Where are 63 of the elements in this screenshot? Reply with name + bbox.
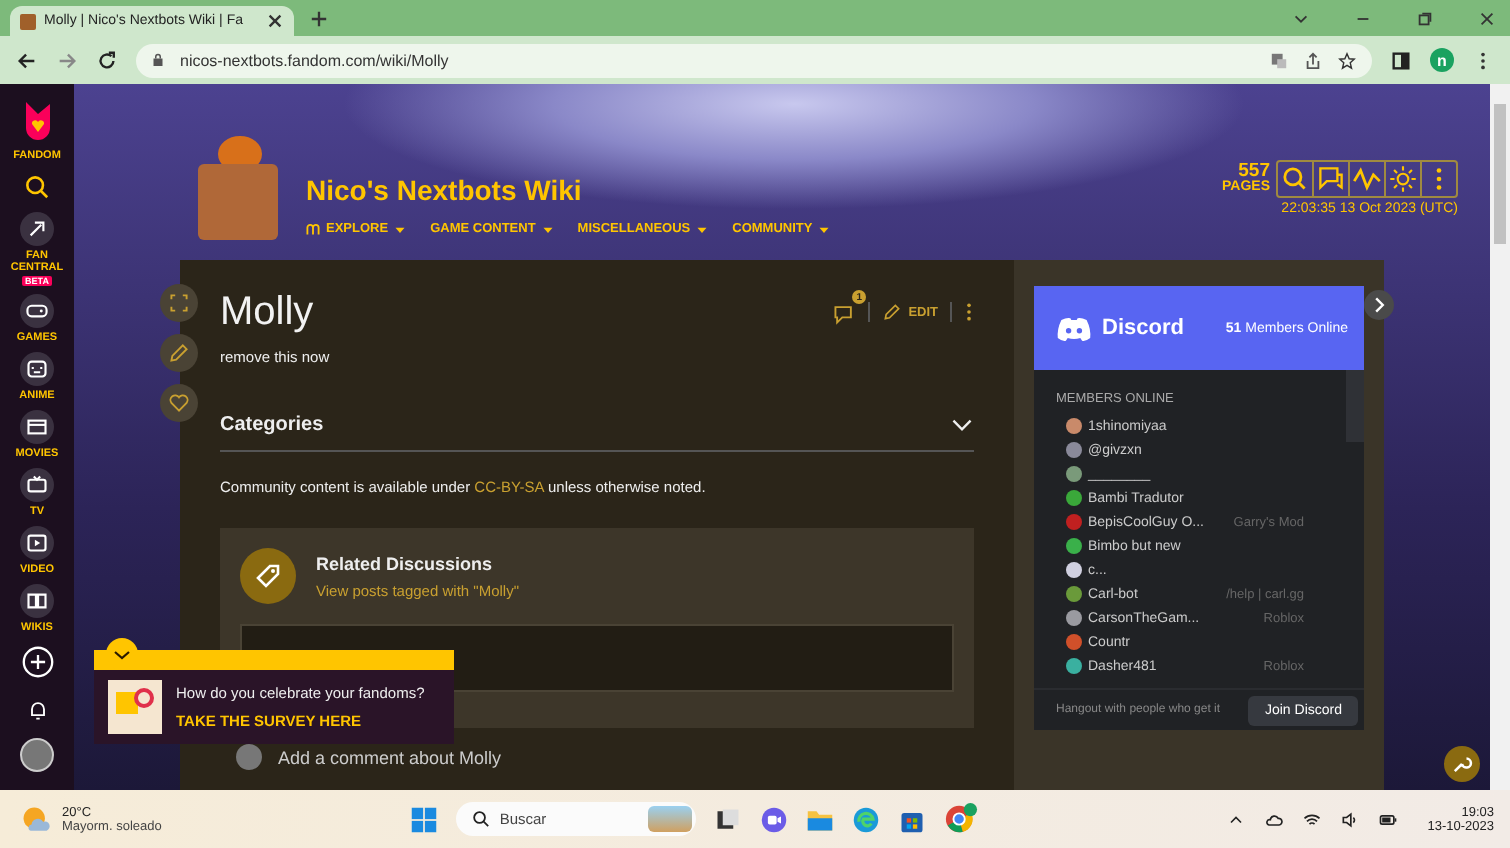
user-avatar (236, 744, 262, 770)
search-icon (471, 810, 490, 828)
caret-icon (696, 223, 709, 235)
forward-icon[interactable] (56, 49, 78, 71)
video-chat-icon[interactable] (759, 805, 788, 833)
translate-icon[interactable] (1270, 51, 1288, 69)
expand-icon[interactable] (160, 284, 198, 322)
speaker-icon[interactable] (1339, 809, 1360, 829)
close-window-icon[interactable] (1478, 9, 1496, 27)
caret-icon (541, 223, 554, 235)
address-field[interactable]: nicos-nextbots.fandom.com/wiki/Molly (136, 43, 1372, 77)
back-icon[interactable] (16, 49, 38, 71)
activity-icon[interactable] (1350, 162, 1386, 196)
tv-icon[interactable] (20, 468, 54, 502)
comment-field[interactable]: Add a comment about Molly (278, 747, 502, 767)
wiki-title[interactable]: Nico's Nextbots Wiki (306, 174, 831, 206)
reload-icon[interactable] (96, 49, 118, 71)
favicon-icon (20, 13, 36, 29)
app-icon[interactable] (713, 805, 742, 833)
plus-icon[interactable] (21, 646, 53, 678)
chevron-down-icon[interactable] (950, 416, 974, 434)
user-avatar[interactable] (20, 738, 54, 772)
lock-icon (152, 52, 164, 68)
pencil-icon[interactable] (160, 334, 198, 372)
pencil-icon (882, 302, 903, 322)
cloud-icon[interactable] (1263, 809, 1284, 829)
scrollbar[interactable] (1490, 84, 1510, 790)
gamepad-icon[interactable] (20, 294, 54, 328)
play-icon[interactable] (20, 526, 54, 560)
search-icon[interactable] (24, 174, 50, 200)
windows-start-icon[interactable] (409, 805, 438, 833)
discord-logo-icon (1056, 315, 1092, 341)
article-title: Molly (220, 289, 314, 335)
discord-brand: Discord (1102, 316, 1184, 340)
categories-heading[interactable]: Categories (220, 414, 950, 436)
survey-illustration-drawing (108, 680, 162, 734)
side-panel-icon[interactable] (1390, 49, 1412, 71)
caret-icon (394, 223, 407, 235)
discussion-icon[interactable] (1314, 162, 1350, 196)
new-tab-icon[interactable] (310, 9, 328, 27)
related-title: Related Discussions (316, 553, 495, 573)
wifi-icon[interactable] (1301, 809, 1322, 829)
book-icon[interactable] (20, 584, 54, 618)
share-icon[interactable] (1304, 51, 1322, 69)
scrollbar[interactable] (1346, 370, 1364, 442)
browser-edge-icon[interactable] (851, 805, 880, 833)
caret-icon (818, 223, 831, 235)
more-icon[interactable] (964, 300, 974, 324)
tag-icon (240, 548, 296, 604)
chrome-icon[interactable] (943, 802, 978, 836)
chevron-right-icon[interactable] (1364, 290, 1394, 320)
battery-icon[interactable] (1377, 809, 1398, 829)
restore-icon[interactable] (1416, 9, 1434, 27)
search-icon[interactable] (1278, 162, 1314, 196)
star-icon[interactable] (1338, 51, 1356, 69)
comment-icon[interactable] (832, 302, 857, 326)
face-icon[interactable] (20, 352, 54, 386)
close-icon[interactable] (266, 12, 284, 30)
bell-icon[interactable] (25, 698, 49, 722)
sun-icon[interactable] (1386, 162, 1422, 196)
folder-icon[interactable] (805, 805, 834, 833)
clapperboard-icon[interactable] (20, 410, 54, 444)
page-count: 557 (1238, 163, 1270, 179)
